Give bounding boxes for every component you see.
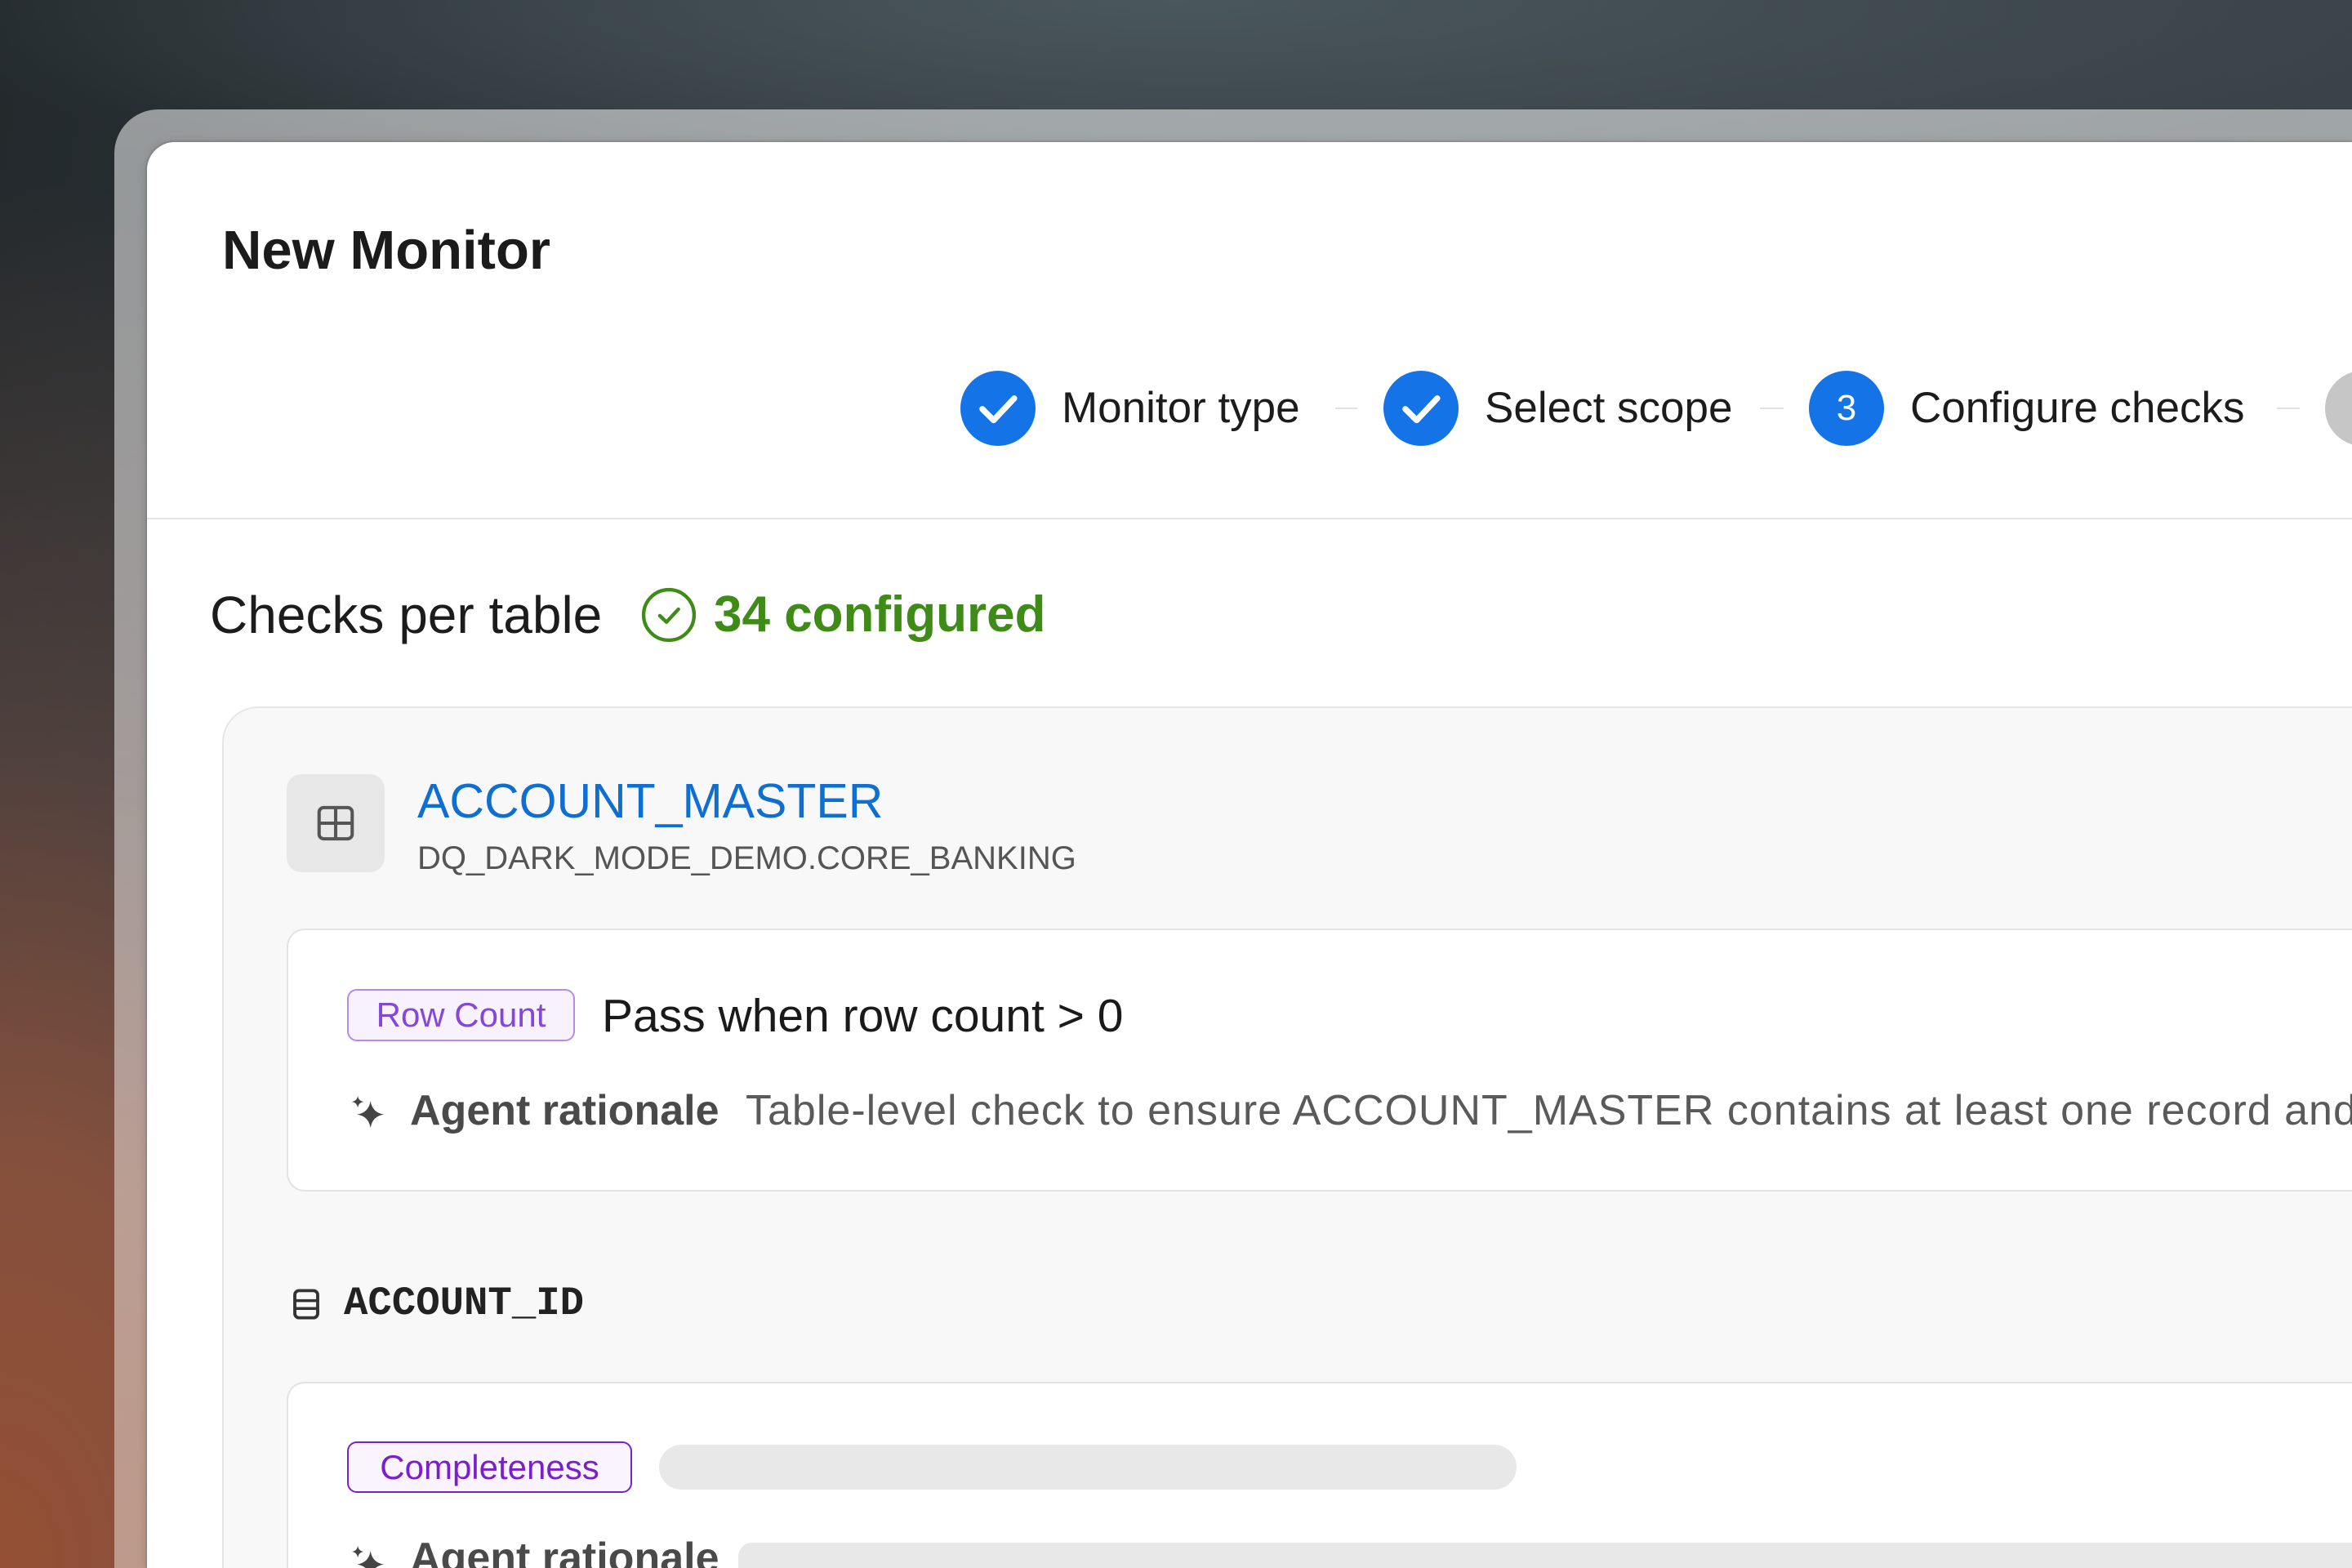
step-select-scope[interactable]: Select scope <box>1383 371 1732 446</box>
step-connector <box>1335 408 1357 409</box>
rationale-label: Agent rationale <box>410 1087 719 1134</box>
column-check-card: Completeness Agent rationale <box>287 1382 2352 1568</box>
step-connector <box>1760 408 1784 409</box>
configured-count: 34 configured <box>714 586 1046 643</box>
loading-placeholder <box>659 1445 1517 1490</box>
table-card: ACCOUNT_MASTER DQ_DARK_MODE_DEMO.CORE_BA… <box>222 706 2352 1568</box>
step-monitor-type[interactable]: Monitor type <box>960 371 1300 446</box>
rationale-label: Agent rationale <box>410 1537 719 1568</box>
check-type-badge: Completeness <box>347 1441 632 1493</box>
header-divider <box>147 518 2352 519</box>
table-path: DQ_DARK_MODE_DEMO.CORE_BANKING <box>417 840 1076 876</box>
check-icon <box>960 371 1036 446</box>
step-number-badge: 3 <box>1809 371 1884 446</box>
check-condition: Pass when row count > 0 <box>602 990 1124 1042</box>
table-name-link[interactable]: ACCOUNT_MASTER <box>417 773 883 830</box>
page-title: New Monitor <box>222 220 550 281</box>
sparkle-icon <box>351 1545 385 1568</box>
column-name: ACCOUNT_ID <box>344 1281 585 1326</box>
stepper: Monitor type Select scope 3 Configure ch… <box>960 371 2352 446</box>
step-connector <box>2277 408 2300 409</box>
step-label: Select scope <box>1485 384 1733 432</box>
step-label: Monitor type <box>1062 384 1300 432</box>
column-icon <box>293 1289 319 1320</box>
sparkle-icon <box>351 1095 385 1129</box>
rationale-row: Agent rationale <box>288 1537 2352 1568</box>
table-check-card: Row Count Pass when row count > 0 Agent … <box>287 929 2352 1192</box>
pending-step-icon <box>2325 372 2352 445</box>
loading-placeholder <box>738 1543 2352 1568</box>
rationale-text: Table-level check to ensure ACCOUNT_MAST… <box>746 1087 2352 1134</box>
step-configure-checks: 3 Configure checks <box>1809 371 2244 446</box>
checks-heading: Checks per table <box>210 586 603 644</box>
table-icon <box>317 805 354 841</box>
check-circle-icon <box>641 587 697 643</box>
check-icon <box>1383 371 1459 446</box>
check-type-badge: Row Count <box>347 989 575 1041</box>
step-label: Configure checks <box>1910 384 2245 432</box>
new-monitor-dialog: New Monitor Monitor type Select scope 3 … <box>147 142 2352 1568</box>
table-icon-box <box>287 774 385 872</box>
step-upcoming <box>2325 371 2352 446</box>
